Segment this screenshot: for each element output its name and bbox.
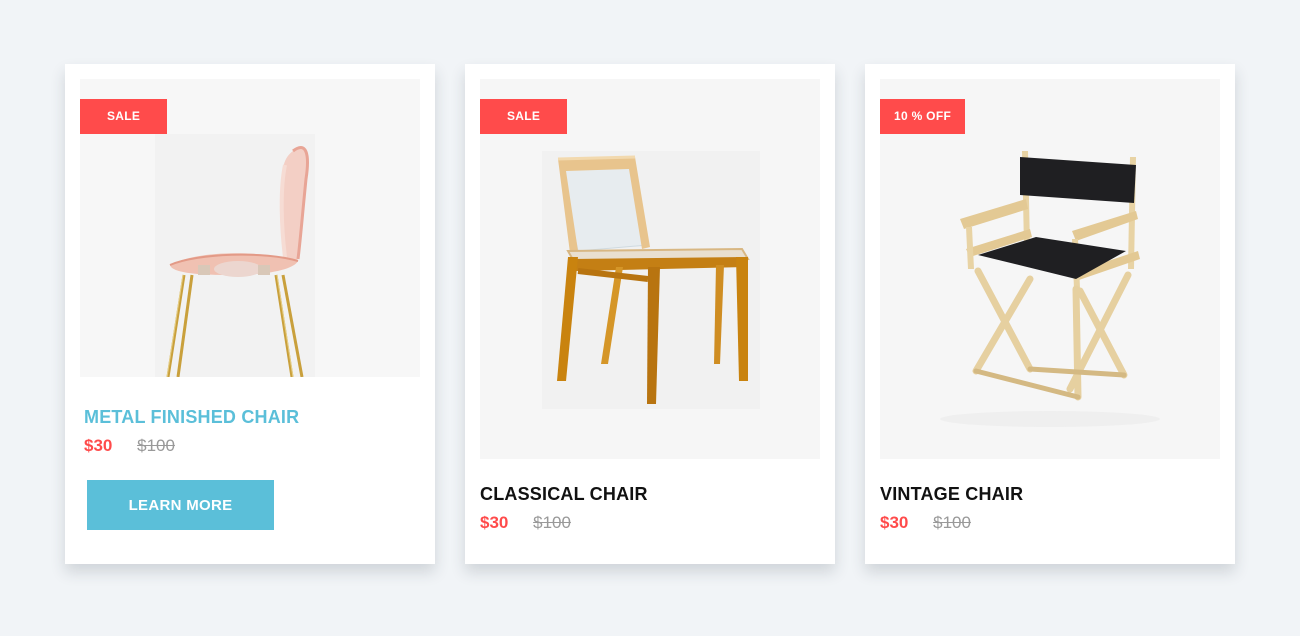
price-row: $30 $100 <box>880 513 971 533</box>
original-price: $100 <box>933 513 971 532</box>
discount-badge: 10 % OFF <box>880 99 966 134</box>
price-row: $30 $100 <box>480 513 571 533</box>
wooden-chair-image <box>542 151 760 409</box>
product-card-classical-chair: SALE CLASSICAL CHAIR $30 $100 <box>465 64 835 564</box>
product-title[interactable]: CLASSICAL CHAIR <box>480 484 648 505</box>
product-image-container[interactable]: 10 % OFF <box>880 79 1220 459</box>
product-image-container[interactable]: SALE <box>480 79 820 459</box>
product-image-container[interactable]: SALE <box>80 79 420 377</box>
product-card-metal-finished-chair: SALE METAL FINISHED CHAIR $30 $100 LEARN… <box>65 64 435 564</box>
product-title[interactable]: VINTAGE CHAIR <box>880 484 1023 505</box>
sale-price: $30 <box>880 513 909 532</box>
director-chair-image <box>940 151 1160 427</box>
product-card-vintage-chair: 10 % OFF VINTAGE CHAIR $30 $100 <box>865 64 1235 564</box>
sale-price: $30 <box>480 513 509 532</box>
sale-badge: SALE <box>480 99 568 134</box>
sale-price: $30 <box>84 436 113 455</box>
sale-badge: SALE <box>80 99 168 134</box>
learn-more-button[interactable]: LEARN MORE <box>87 480 274 530</box>
original-price: $100 <box>137 436 175 455</box>
product-title[interactable]: METAL FINISHED CHAIR <box>84 407 299 428</box>
original-price: $100 <box>533 513 571 532</box>
price-row: $30 $100 <box>84 436 175 456</box>
